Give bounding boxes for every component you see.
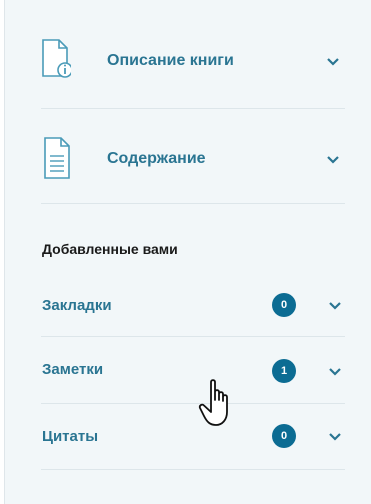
chevron-down-icon[interactable] bbox=[325, 56, 341, 68]
bookmarks-count-badge: 0 bbox=[272, 293, 296, 317]
book-description-label: Описание книги bbox=[107, 52, 234, 69]
divider bbox=[41, 469, 345, 470]
divider bbox=[41, 403, 345, 404]
added-by-you-title: Добавленные вами bbox=[42, 241, 178, 257]
document-list-icon bbox=[44, 137, 70, 179]
side-panel: Описание книги Содержание Добавленные ва… bbox=[4, 0, 371, 504]
divider bbox=[41, 336, 345, 337]
hand-cursor-icon bbox=[198, 379, 228, 426]
document-info-icon bbox=[42, 39, 71, 78]
chevron-down-icon[interactable] bbox=[327, 431, 343, 443]
chevron-down-icon[interactable] bbox=[327, 366, 343, 378]
quotes-count-badge: 0 bbox=[272, 424, 296, 448]
bookmarks-label: Закладки bbox=[42, 297, 112, 314]
contents-label: Содержание bbox=[107, 150, 206, 167]
chevron-down-icon[interactable] bbox=[325, 154, 341, 166]
divider bbox=[41, 108, 345, 109]
quotes-label: Цитаты bbox=[42, 428, 99, 445]
notes-label: Заметки bbox=[42, 361, 104, 378]
notes-count-badge: 1 bbox=[272, 359, 296, 383]
divider bbox=[41, 203, 345, 204]
chevron-down-icon[interactable] bbox=[327, 300, 343, 312]
